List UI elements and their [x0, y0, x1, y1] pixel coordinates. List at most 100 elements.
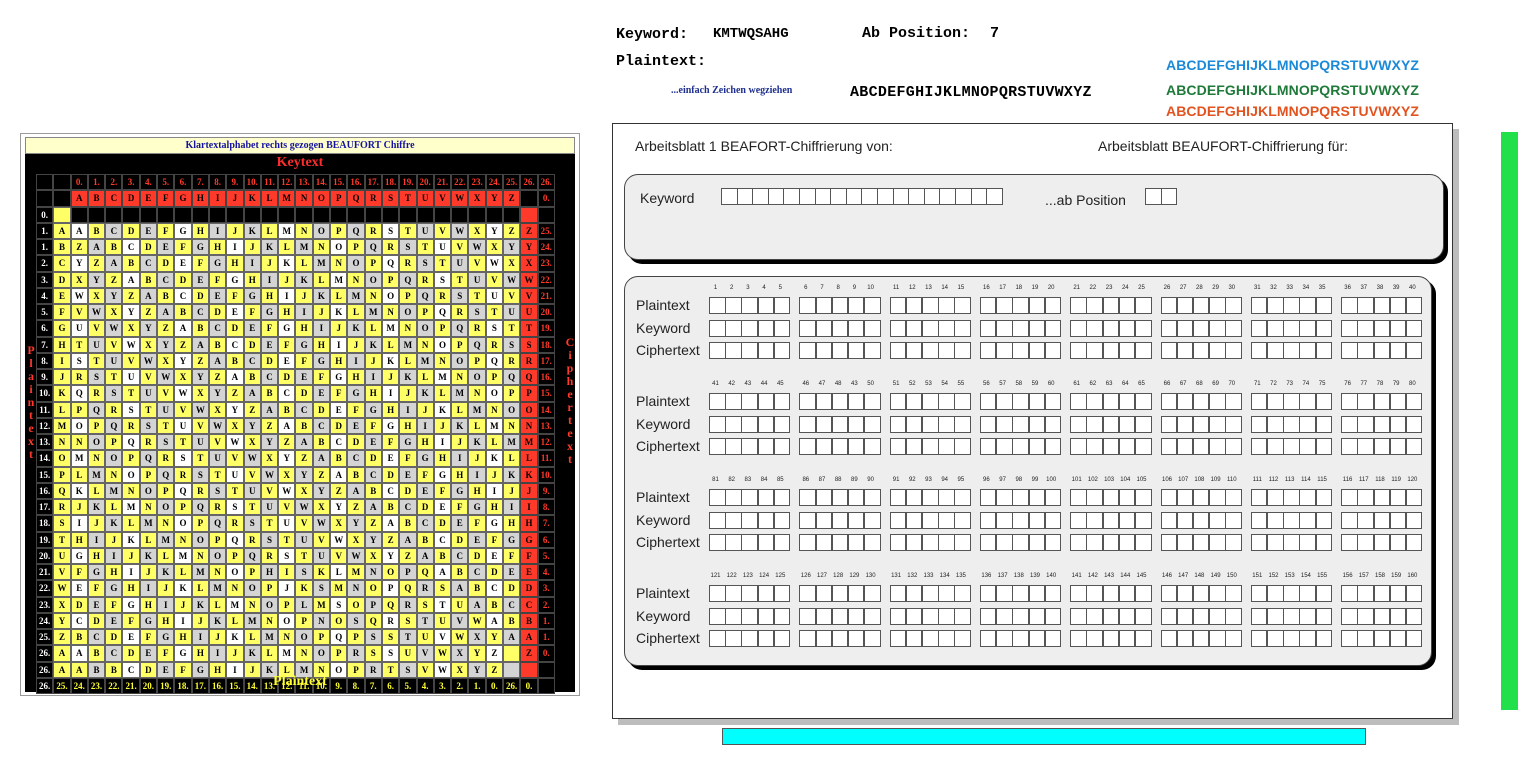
letter-box[interactable]	[1250, 393, 1268, 410]
letter-box[interactable]	[1044, 393, 1062, 410]
letter-box[interactable]	[1086, 438, 1103, 455]
letter-box[interactable]	[1086, 534, 1103, 551]
letter-box[interactable]	[1357, 297, 1374, 314]
letter-box[interactable]	[1102, 438, 1120, 455]
letter-box[interactable]	[1315, 438, 1333, 455]
letter-box[interactable]	[1044, 489, 1062, 506]
letter-box[interactable]	[1135, 489, 1152, 506]
letter-box[interactable]	[1267, 511, 1284, 529]
letter-box[interactable]	[1283, 342, 1300, 359]
letter-box[interactable]	[1341, 534, 1358, 551]
letter-box[interactable]	[1102, 585, 1120, 602]
letter-box[interactable]	[847, 342, 865, 359]
letter-box[interactable]	[1070, 630, 1087, 647]
letter-box[interactable]	[922, 297, 939, 314]
letter-box[interactable]	[1102, 607, 1120, 625]
letter-box[interactable]	[1028, 585, 1045, 602]
letter-box[interactable]	[1012, 585, 1029, 602]
letter-box[interactable]	[954, 342, 971, 359]
letter-box[interactable]	[1250, 438, 1268, 455]
letter-box[interactable]	[831, 489, 849, 506]
letter-box[interactable]	[1341, 319, 1358, 337]
letter-box[interactable]	[938, 585, 955, 602]
letter-box[interactable]	[1283, 511, 1300, 529]
letter-box[interactable]	[1192, 511, 1210, 529]
letter-box[interactable]	[1044, 607, 1062, 625]
letter-box[interactable]	[1389, 534, 1407, 551]
letter-box[interactable]	[1118, 342, 1136, 359]
letter-box[interactable]	[1373, 630, 1390, 647]
letter-box[interactable]	[725, 297, 742, 314]
letter-box[interactable]	[725, 415, 742, 433]
letter-box[interactable]	[1225, 297, 1242, 314]
letter-box[interactable]	[1341, 585, 1358, 602]
letter-box[interactable]	[1135, 511, 1152, 529]
letter-box[interactable]	[1176, 489, 1194, 506]
letter-box[interactable]	[831, 607, 849, 625]
letter-box[interactable]	[847, 534, 865, 551]
letter-box[interactable]	[1118, 511, 1136, 529]
letter-box[interactable]	[799, 489, 816, 506]
letter-box[interactable]	[996, 607, 1013, 625]
letter-box[interactable]	[1118, 393, 1136, 410]
letter-box[interactable]	[1267, 342, 1284, 359]
letter-box[interactable]	[1086, 630, 1103, 647]
letter-box[interactable]	[1373, 342, 1390, 359]
keyword-box[interactable]	[736, 188, 754, 205]
letter-box[interactable]	[1028, 415, 1045, 433]
letter-box[interactable]	[1176, 534, 1194, 551]
letter-box[interactable]	[1225, 585, 1242, 602]
letter-box[interactable]	[1341, 511, 1358, 529]
letter-box[interactable]	[815, 415, 832, 433]
letter-box[interactable]	[1070, 415, 1087, 433]
letter-box[interactable]	[954, 534, 971, 551]
letter-box[interactable]	[799, 630, 816, 647]
letter-box[interactable]	[1250, 415, 1268, 433]
letter-box[interactable]	[773, 511, 791, 529]
letter-box[interactable]	[1299, 585, 1316, 602]
letter-box[interactable]	[757, 511, 775, 529]
letter-box[interactable]	[1250, 534, 1268, 551]
keyword-box[interactable]	[861, 188, 878, 205]
letter-box[interactable]	[1341, 342, 1358, 359]
letter-box[interactable]	[773, 319, 791, 337]
letter-box[interactable]	[922, 415, 939, 433]
letter-box[interactable]	[1389, 297, 1407, 314]
letter-box[interactable]	[1315, 342, 1333, 359]
letter-box[interactable]	[938, 393, 955, 410]
letter-box[interactable]	[831, 342, 849, 359]
letter-box[interactable]	[1135, 415, 1152, 433]
letter-box[interactable]	[1160, 630, 1177, 647]
letter-box[interactable]	[864, 511, 881, 529]
letter-box[interactable]	[905, 607, 923, 625]
letter-box[interactable]	[1192, 415, 1210, 433]
letter-box[interactable]	[799, 415, 816, 433]
letter-box[interactable]	[1102, 534, 1120, 551]
letter-box[interactable]	[1267, 415, 1284, 433]
letter-box[interactable]	[799, 585, 816, 602]
letter-box[interactable]	[1299, 630, 1316, 647]
letter-box[interactable]	[1283, 415, 1300, 433]
letter-box[interactable]	[905, 297, 923, 314]
letter-box[interactable]	[815, 297, 832, 314]
letter-box[interactable]	[1389, 319, 1407, 337]
letter-box[interactable]	[1028, 319, 1045, 337]
letter-box[interactable]	[1135, 319, 1152, 337]
letter-box[interactable]	[757, 319, 775, 337]
letter-box[interactable]	[1086, 585, 1103, 602]
letter-box[interactable]	[954, 511, 971, 529]
letter-box[interactable]	[1012, 342, 1029, 359]
letter-box[interactable]	[1086, 489, 1103, 506]
letter-box[interactable]	[1070, 489, 1087, 506]
letter-box[interactable]	[889, 438, 907, 455]
letter-box[interactable]	[1405, 489, 1423, 506]
letter-box[interactable]	[709, 630, 726, 647]
keyword-box[interactable]	[798, 188, 816, 205]
alphabet-row-orange[interactable]: ABCDEFGHIJKLMNOPQRSTUVWXYZ	[1166, 103, 1419, 119]
letter-box[interactable]	[1267, 297, 1284, 314]
letter-box[interactable]	[847, 585, 865, 602]
letter-box[interactable]	[1028, 393, 1045, 410]
letter-box[interactable]	[1176, 585, 1194, 602]
letter-box[interactable]	[709, 342, 726, 359]
letter-box[interactable]	[905, 585, 923, 602]
